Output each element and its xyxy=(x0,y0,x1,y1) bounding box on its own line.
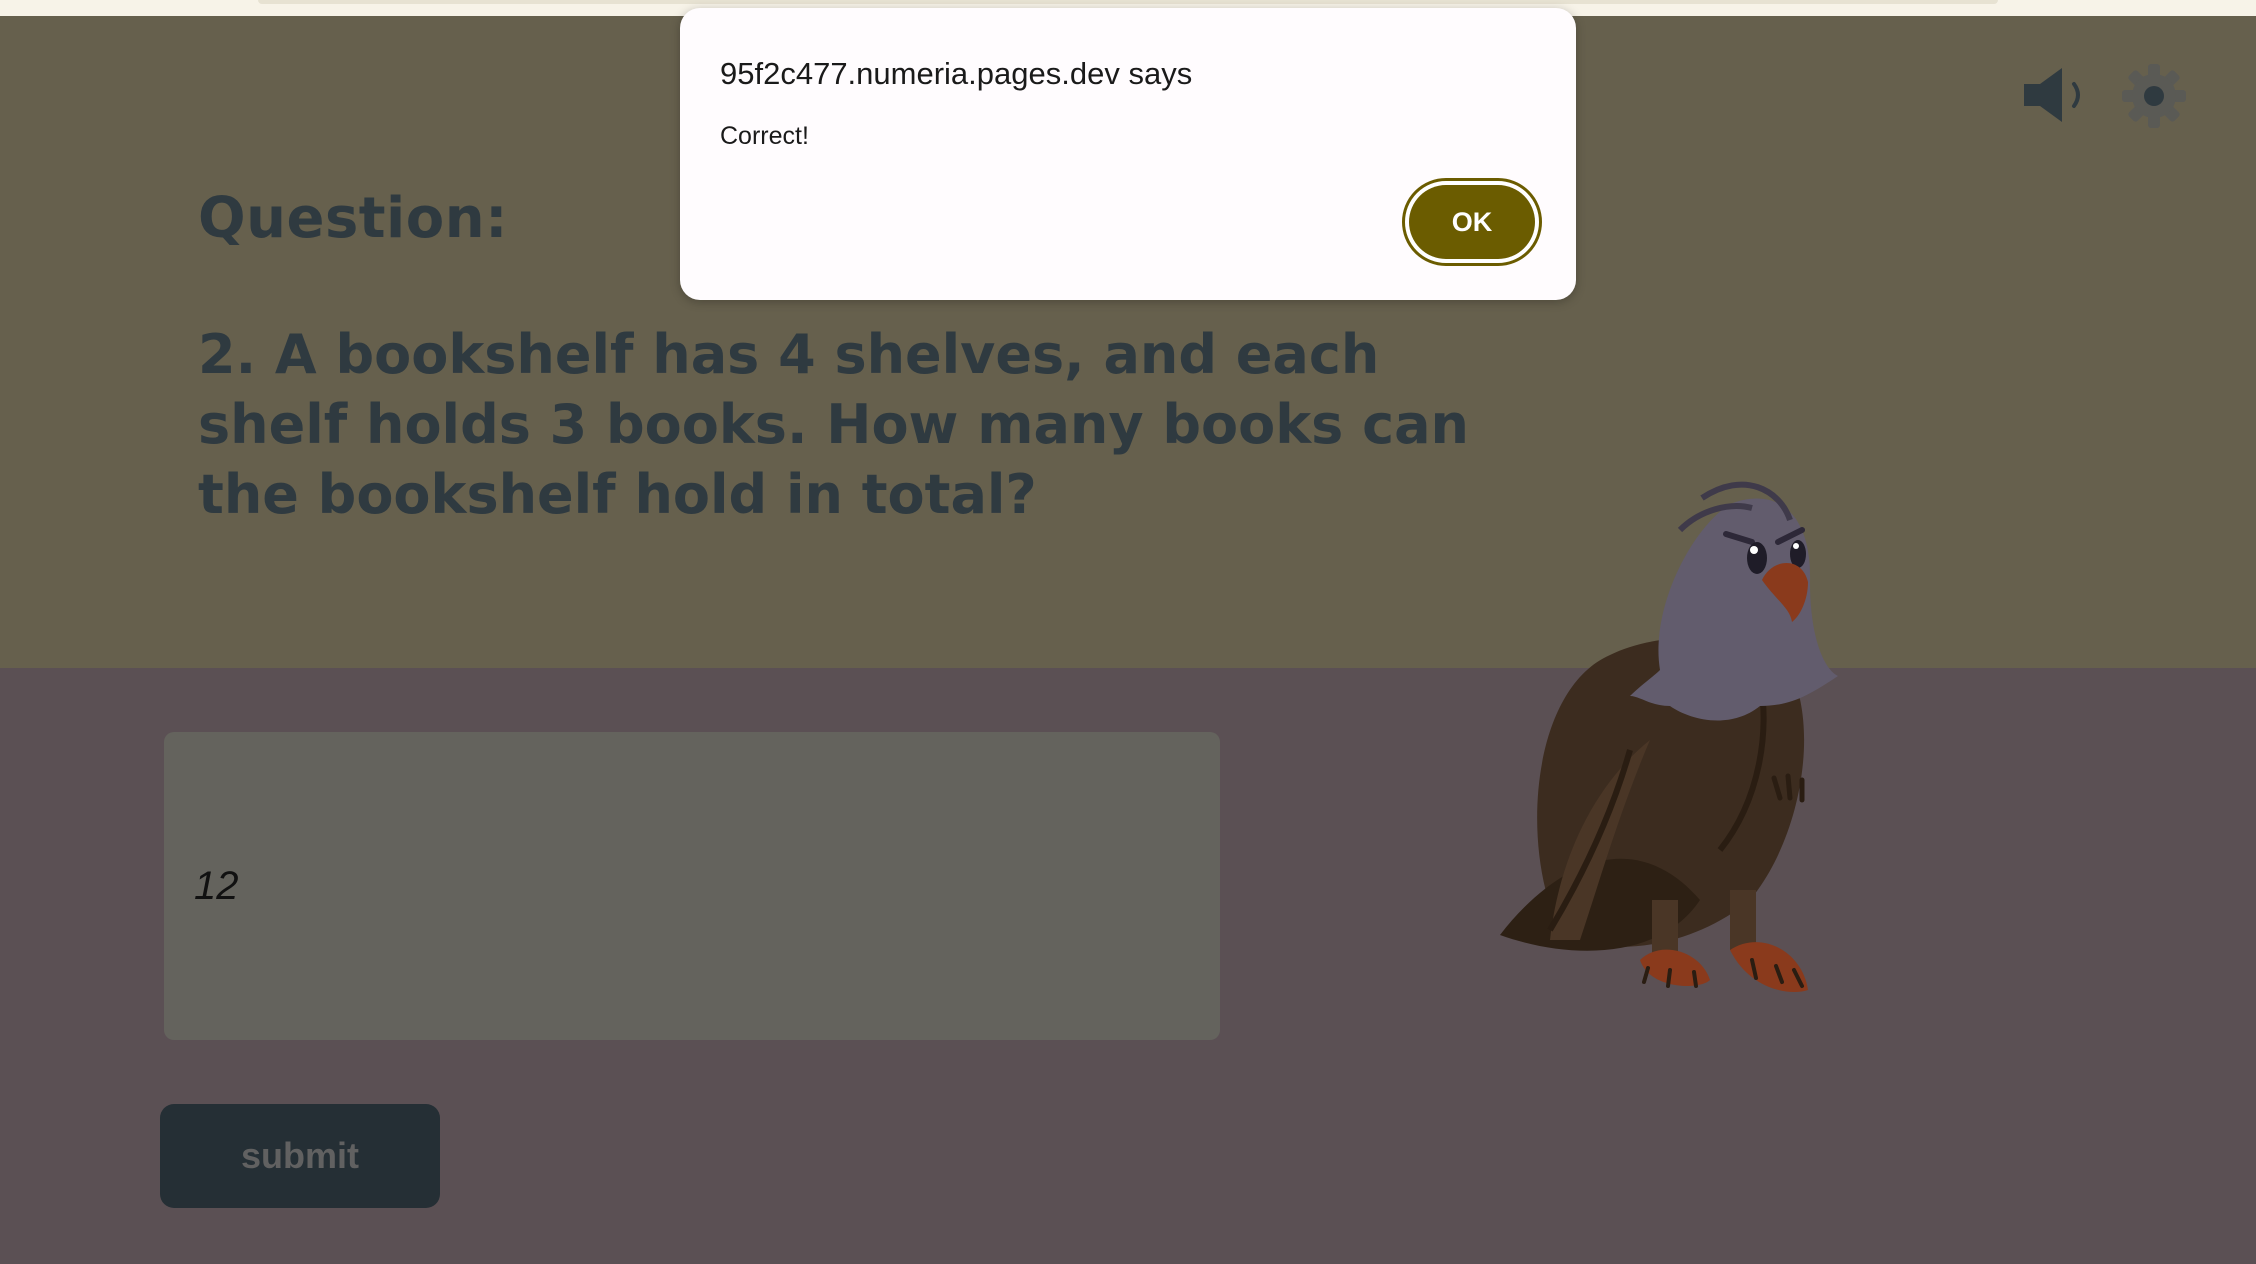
dialog-message: Correct! xyxy=(720,122,809,150)
alert-dialog: 95f2c477.numeria.pages.dev says Correct!… xyxy=(680,8,1576,300)
sound-button[interactable] xyxy=(2018,64,2094,126)
speaker-icon xyxy=(2024,68,2080,122)
address-bar-edge xyxy=(258,0,1998,4)
ok-button-label: OK xyxy=(1409,185,1535,259)
dialog-title: 95f2c477.numeria.pages.dev says xyxy=(720,56,1193,91)
answer-value: 12 xyxy=(194,864,239,908)
question-label: Question: xyxy=(198,186,508,251)
gear-icon xyxy=(2122,64,2186,128)
settings-button[interactable] xyxy=(2120,62,2188,130)
eagle-illustration xyxy=(1500,481,1838,992)
answer-input[interactable]: 12 xyxy=(164,732,1220,1040)
submit-button[interactable]: submit xyxy=(160,1104,440,1208)
question-text: 2. A bookshelf has 4 shelves, and each s… xyxy=(198,323,1469,526)
ok-button[interactable]: OK xyxy=(1402,178,1542,266)
